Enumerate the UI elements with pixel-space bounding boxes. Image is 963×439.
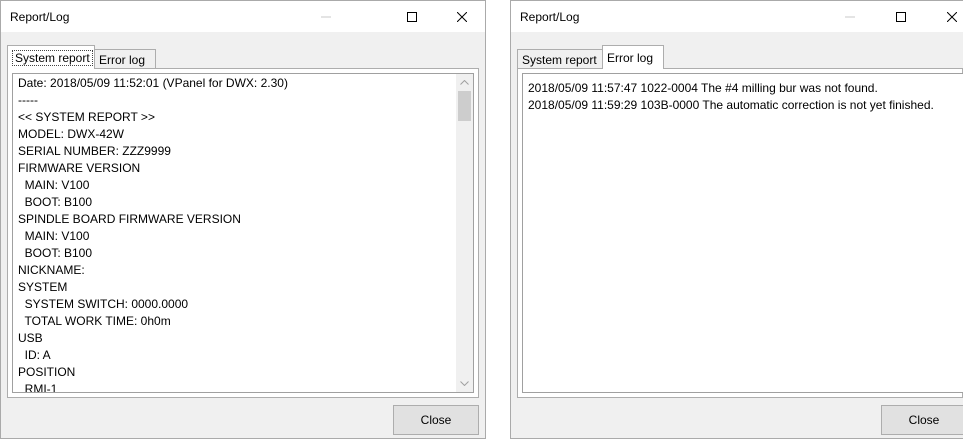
tab-label: System report [12, 50, 93, 66]
report-line: MODEL: DWX-42W [18, 127, 125, 141]
report-line: POSITION [18, 365, 76, 379]
report-line: << SYSTEM REPORT >> [18, 110, 155, 124]
maximize-icon [896, 11, 906, 22]
report-line: RMI-1 [18, 382, 58, 393]
report-line: MAIN: V100 [18, 229, 90, 243]
report-line: SERIAL NUMBER: ZZZ9999 [18, 144, 171, 158]
report-line: ID: A [18, 348, 51, 362]
report-line: ----- [18, 93, 38, 107]
close-window-button[interactable] [439, 1, 485, 32]
close-button[interactable]: Close [393, 405, 479, 435]
tab-panel: 2018/05/09 11:57:47 1022-0004 The #4 mil… [517, 68, 963, 398]
report-line: MAIN: V100 [18, 178, 90, 192]
tab-label: Error log [99, 53, 146, 67]
error-log-textbox[interactable]: 2018/05/09 11:57:47 1022-0004 The #4 mil… [522, 73, 963, 393]
report-line: Date: 2018/05/09 11:52:01 (VPanel for DW… [18, 76, 288, 90]
close-icon [947, 11, 957, 22]
vertical-scrollbar[interactable] [456, 74, 473, 392]
maximize-icon [407, 11, 417, 22]
minimize-button[interactable] [303, 1, 349, 32]
report-line: USB [18, 331, 43, 345]
tab-label: Error log [607, 51, 654, 65]
tab-panel: Date: 2018/05/09 11:52:01 (VPanel for DW… [7, 68, 479, 398]
scroll-down-arrow-icon [460, 381, 469, 386]
report-line: SYSTEM [18, 280, 68, 294]
close-icon [457, 11, 467, 22]
report-line: NICKNAME: [18, 263, 85, 277]
close-button[interactable]: Close [881, 405, 963, 435]
error-line: 2018/05/09 11:57:47 1022-0004 The #4 mil… [528, 81, 878, 95]
minimize-icon [845, 16, 855, 17]
report-line: TOTAL WORK TIME: 0h0m [18, 314, 171, 328]
system-report-textbox[interactable]: Date: 2018/05/09 11:52:01 (VPanel for DW… [12, 73, 474, 393]
scroll-thumb[interactable] [458, 91, 471, 121]
minimize-icon [321, 16, 331, 17]
title-bar[interactable]: Report/Log [511, 1, 963, 32]
report-line: BOOT: B100 [18, 246, 93, 260]
window-title: Report/Log [520, 10, 580, 24]
title-bar[interactable]: Report/Log [1, 1, 485, 32]
maximize-button[interactable] [878, 1, 924, 32]
scroll-up-arrow-icon [460, 80, 469, 85]
tab-error-log[interactable]: Error log [94, 49, 156, 68]
report-log-window-error: Report/Log System report Error log 2018/… [510, 0, 963, 439]
scroll-up-button[interactable] [456, 74, 473, 91]
tab-system-report[interactable]: System report [7, 45, 95, 69]
report-line: SPINDLE BOARD FIRMWARE VERSION [18, 212, 241, 226]
report-log-window-system: Report/Log System report Error log Date:… [0, 0, 486, 439]
report-line: SYSTEM SWITCH: 0000.0000 [18, 297, 189, 311]
window-title: Report/Log [10, 10, 70, 24]
report-line: FIRMWARE VERSION [18, 161, 141, 175]
maximize-button[interactable] [389, 1, 435, 32]
tab-error-log[interactable]: Error log [602, 45, 664, 69]
tab-system-report[interactable]: System report [517, 49, 603, 68]
scroll-down-button[interactable] [456, 375, 473, 392]
error-line: 2018/05/09 11:59:29 103B-0000 The automa… [528, 98, 934, 112]
tab-label: System report [522, 53, 597, 67]
report-line: BOOT: B100 [18, 195, 93, 209]
close-window-button[interactable] [929, 1, 963, 32]
minimize-button[interactable] [827, 1, 873, 32]
